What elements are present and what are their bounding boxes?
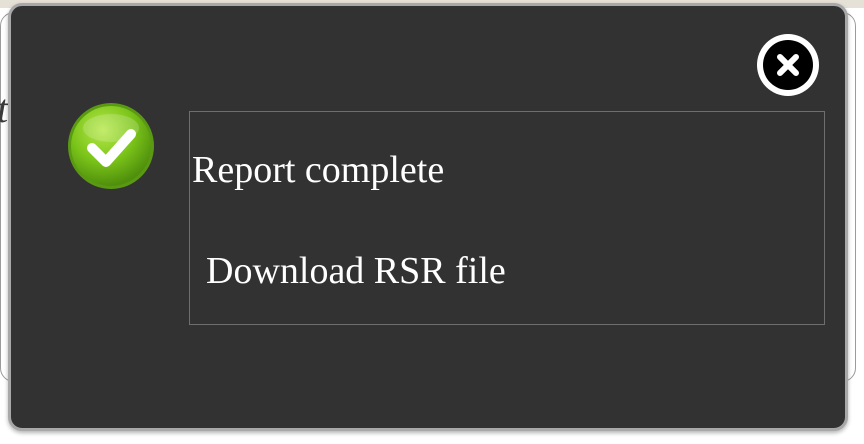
background-partial-text: t <box>0 85 8 132</box>
report-dialog: Report complete Download RSR file <box>8 3 848 431</box>
dialog-title: Report complete <box>192 149 445 191</box>
close-button[interactable] <box>757 34 819 96</box>
close-icon <box>763 40 813 90</box>
check-icon <box>67 102 155 190</box>
download-rsr-link[interactable]: Download RSR file <box>206 249 506 293</box>
message-box: Report complete Download RSR file <box>189 111 825 325</box>
